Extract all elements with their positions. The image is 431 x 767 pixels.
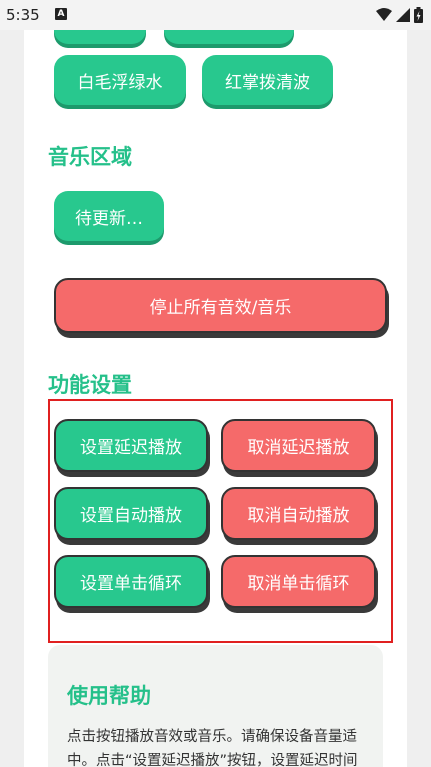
wifi-icon [376, 8, 392, 21]
status-bar: 5:35 A [0, 0, 431, 30]
battery-icon [414, 7, 423, 23]
notification-icon: A [55, 8, 67, 20]
music-section-title: 音乐区域 [48, 145, 132, 169]
stop-all-button[interactable]: 停止所有音效/音乐 [54, 278, 387, 333]
set-auto-button[interactable]: 设置自动播放 [54, 487, 208, 540]
cancel-auto-button[interactable]: 取消自动播放 [221, 487, 376, 540]
music-pending-button[interactable]: 待更新… [54, 191, 164, 241]
set-loop-button[interactable]: 设置单击循环 [54, 555, 208, 608]
sound-button-row1-left[interactable] [54, 30, 146, 44]
status-icons [376, 7, 423, 23]
set-delay-button[interactable]: 设置延迟播放 [54, 419, 208, 472]
main-card: 白毛浮绿水 红掌拨清波 音乐区域 待更新… 停止所有音效/音乐 功能设置 设置延… [24, 30, 407, 767]
signal-icon [396, 8, 410, 22]
sound-button-row1-right[interactable] [164, 30, 294, 44]
sound-button-baimao[interactable]: 白毛浮绿水 [54, 55, 186, 105]
help-title: 使用帮助 [67, 684, 151, 708]
help-panel: 使用帮助 点击按钮播放音效或音乐。请确保设备音量适中。点击“设置延迟播放”按钮，… [48, 645, 383, 767]
status-time: 5:35 [6, 6, 40, 24]
help-body: 点击按钮播放音效或音乐。请确保设备音量适中。点击“设置延迟播放”按钮，设置延迟时… [67, 729, 358, 767]
sound-button-hongzhang[interactable]: 红掌拨清波 [202, 55, 333, 105]
settings-section-title: 功能设置 [48, 373, 132, 397]
cancel-delay-button[interactable]: 取消延迟播放 [221, 419, 376, 472]
cancel-loop-button[interactable]: 取消单击循环 [221, 555, 376, 608]
